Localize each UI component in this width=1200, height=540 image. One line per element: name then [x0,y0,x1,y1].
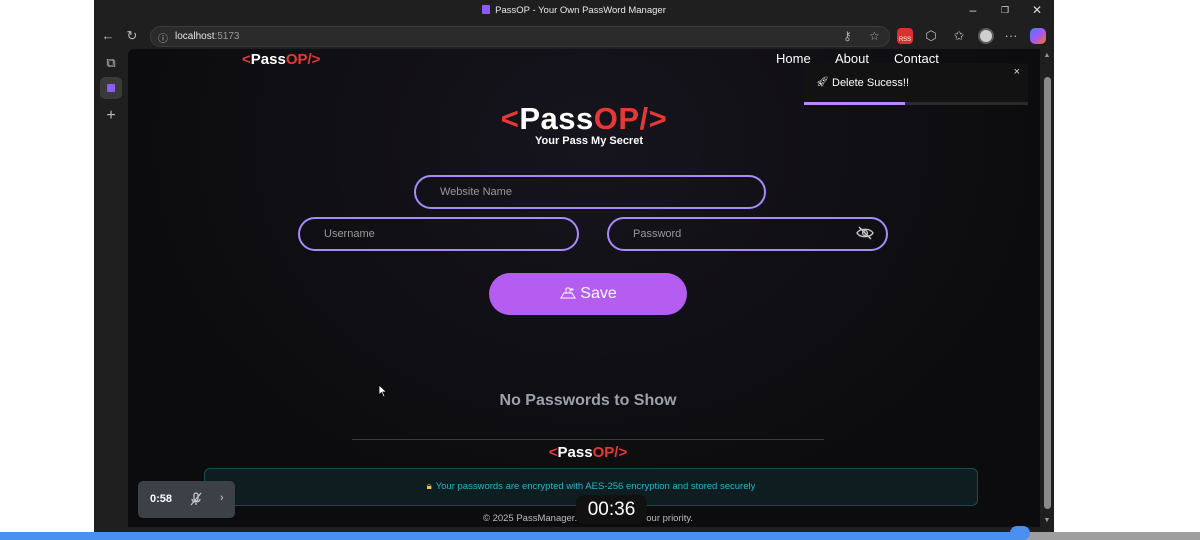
vertical-scrollbar[interactable]: ▲ ▼ [1040,49,1054,527]
hero-tagline: Your Pass My Secret [534,135,643,147]
address-url: localhost:5173 [175,31,240,42]
scroll-thumb[interactable] [1044,77,1051,509]
toast-progress-fill [804,102,905,105]
tab-actions-icon[interactable]: ⧉ [100,52,122,74]
video-elapsed-time: 00:36 [576,495,647,524]
back-arrow-icon[interactable]: ← [100,28,116,43]
lock-plus-icon [560,287,577,299]
website-name-input[interactable]: Website Name [414,175,766,209]
window-title-bar: PassOP - Your Own PassWord Manager – ❐ ✕ [94,0,1054,24]
rss-extension-icon[interactable]: RSS [897,28,913,44]
eye-off-icon[interactable] [856,226,874,240]
footer-logo: <PassOP/> [548,444,628,461]
active-tab[interactable] [100,77,122,99]
extensions-puzzle-icon[interactable]: ⬡ [922,28,940,44]
favorite-star-icon[interactable]: ☆ [869,29,880,43]
profile-avatar[interactable] [978,28,994,44]
copilot-icon[interactable] [1030,28,1046,44]
chevron-right-icon[interactable]: › [220,492,224,504]
toast-progress-track [804,102,1028,105]
close-window-button[interactable]: ✕ [1027,3,1047,17]
favorites-icon[interactable]: ✩ [950,28,968,44]
video-progress-fill [0,532,1020,540]
scroll-up-arrow-icon[interactable]: ▲ [1043,52,1051,59]
save-label: Save [580,285,617,302]
window-title: PassOP - Your Own PassWord Manager [94,5,1054,16]
lock-icon: 🔒︎ [426,481,432,492]
password-input[interactable]: Password [607,217,888,251]
hero-logo: <PassOP/> [500,101,668,136]
scroll-down-arrow-icon[interactable]: ▼ [1043,517,1051,524]
tab-favicon-icon [107,84,115,92]
more-menu-icon[interactable]: ··· [1002,28,1020,43]
save-button[interactable]: Save [489,273,687,315]
vertical-tab-strip: ⧉ + [94,49,128,540]
video-progress-handle[interactable] [1010,526,1030,540]
address-bar[interactable]: ⓘ localhost:5173 ⚷ ☆ [150,26,890,47]
toast-message: Delete Sucess!! [832,77,910,89]
site-info-icon[interactable]: ⓘ [158,30,168,45]
new-tab-icon[interactable]: + [100,105,122,127]
username-input[interactable]: Username [298,217,579,251]
empty-state-text: No Passwords to Show [499,392,677,409]
toast-close-button[interactable]: × [1014,66,1020,78]
footer-divider [352,439,824,440]
video-frame: PassOP - Your Own PassWord Manager – ❐ ✕… [94,0,1054,540]
minimize-button[interactable]: – [963,3,983,17]
password-placeholder: Password [633,228,682,240]
navbar-logo[interactable]: <PassOP/> [242,51,320,68]
reload-icon[interactable]: ↻ [124,28,140,44]
page-viewport: <PassOP/> Home About Contact <PassOP/> Y… [128,49,1054,527]
restore-button[interactable]: ❐ [995,5,1015,16]
toast-notification: 🚀︎ Delete Sucess!! × [804,63,1028,105]
rocket-icon: 🚀︎ [816,77,829,88]
video-timecode: 0:58 [150,493,173,505]
mic-off-icon[interactable] [188,491,204,507]
video-timecode-panel: 0:58 › [138,481,235,518]
key-icon[interactable]: ⚷ [843,29,852,43]
tab-favicon-icon [482,5,491,14]
